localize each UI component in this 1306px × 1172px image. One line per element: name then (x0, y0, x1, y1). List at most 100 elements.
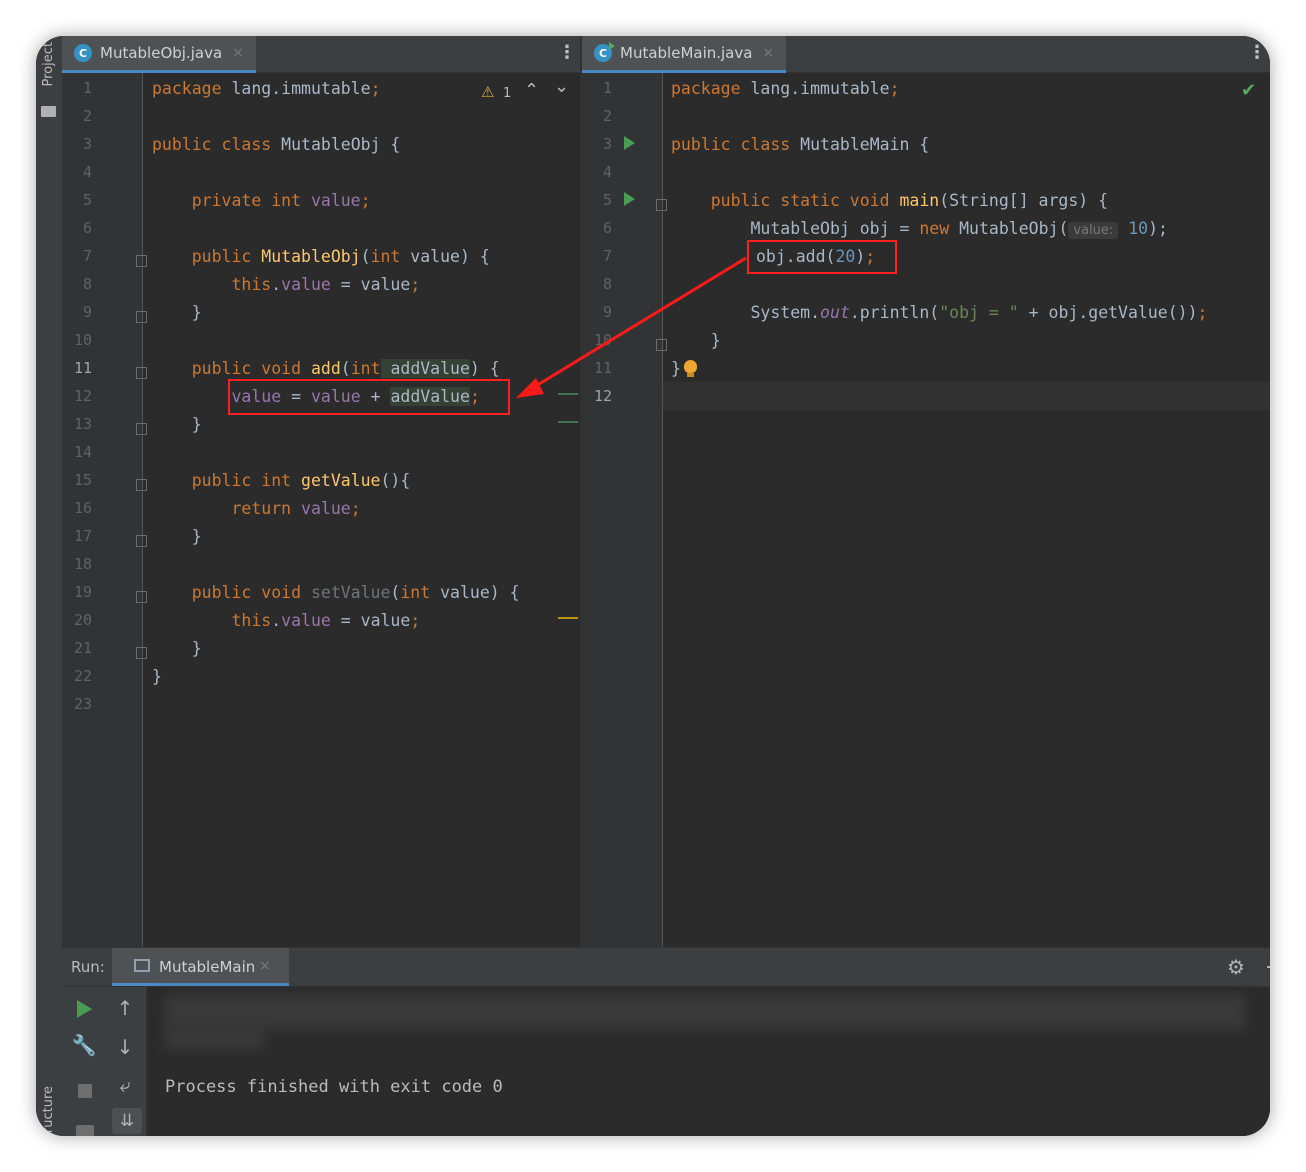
code-line-17[interactable]: } (152, 523, 202, 551)
code-line-3[interactable]: public class MutableObj { (152, 131, 400, 159)
code-line-7[interactable]: public MutableObj(int value) { (152, 243, 490, 271)
fold-marker-icon[interactable] (656, 339, 667, 351)
fold-marker-icon[interactable] (136, 647, 147, 659)
line-number[interactable]: 14 (62, 443, 92, 461)
fold-marker-icon[interactable] (656, 199, 667, 211)
blurred-command-line (165, 995, 1245, 1029)
code-line-11[interactable]: } (671, 355, 681, 383)
line-number[interactable]: 2 (582, 107, 612, 125)
warning-icon[interactable]: ⚠ (481, 83, 494, 101)
code-line-10[interactable]: } (671, 327, 721, 355)
line-number[interactable]: 9 (62, 303, 92, 321)
rerun-icon[interactable] (77, 1000, 92, 1018)
line-number[interactable]: 22 (62, 667, 92, 685)
console-output[interactable]: g Process finished with exit code 0 (147, 987, 1270, 1136)
code-line-5[interactable]: private int value; (152, 187, 371, 215)
line-number[interactable]: 10 (62, 331, 92, 349)
fold-marker-icon[interactable] (136, 479, 147, 491)
code-line-16[interactable]: return value; (152, 495, 360, 523)
code-line-20[interactable]: this.value = value; (152, 607, 420, 635)
line-number[interactable]: 1 (62, 79, 92, 97)
arrow-down-icon[interactable]: ↓ (111, 1036, 139, 1058)
line-number[interactable]: 17 (62, 527, 92, 545)
line-number[interactable]: 9 (582, 303, 612, 321)
code-line-19[interactable]: public void setValue(int value) { (152, 579, 520, 607)
line-number[interactable]: 3 (582, 135, 612, 153)
line-number[interactable]: 19 (62, 583, 92, 601)
line-number[interactable]: 5 (62, 191, 92, 209)
line-number[interactable]: 15 (62, 471, 92, 489)
run-main-icon[interactable] (624, 192, 635, 206)
line-number[interactable]: 6 (62, 219, 92, 237)
line-number[interactable]: 18 (62, 555, 92, 573)
line-number[interactable]: 5 (582, 191, 612, 209)
line-number[interactable]: 4 (582, 163, 612, 181)
fold-marker-icon[interactable] (136, 591, 147, 603)
minimize-icon[interactable] (1267, 966, 1270, 968)
next-highlight-icon[interactable]: ⌄ (554, 76, 569, 97)
line-number[interactable]: 6 (582, 219, 612, 237)
line-number[interactable]: 11 (62, 359, 92, 377)
line-number[interactable]: 16 (62, 499, 92, 517)
code-line-9[interactable]: System.out.println("obj = " + obj.getVal… (671, 299, 1207, 327)
line-number[interactable]: 20 (62, 611, 92, 629)
stop-icon[interactable] (78, 1084, 92, 1098)
code-line-9[interactable]: } (152, 299, 202, 327)
run-class-icon[interactable] (624, 136, 635, 150)
structure-tool-button[interactable]: ructure (41, 1086, 56, 1133)
line-number[interactable]: 7 (582, 247, 612, 265)
code-line-15[interactable]: public int getValue(){ (152, 467, 411, 495)
line-number[interactable]: 12 (582, 387, 612, 405)
close-tab-icon[interactable]: × (762, 45, 774, 61)
line-number[interactable]: 4 (62, 163, 92, 181)
line-number[interactable]: 7 (62, 247, 92, 265)
tab-mutablemain-java[interactable]: C MutableMain.java × (582, 36, 787, 73)
fold-marker-icon[interactable] (136, 423, 147, 435)
line-number[interactable]: 12 (62, 387, 92, 405)
camera-icon[interactable] (76, 1125, 94, 1136)
fold-marker-icon[interactable] (136, 311, 147, 323)
close-tab-icon[interactable]: × (232, 45, 244, 61)
line-number[interactable]: 2 (62, 107, 92, 125)
code-line-6[interactable]: MutableObj obj = new MutableObj(value: 1… (671, 215, 1168, 245)
more-options-icon[interactable]: ⋮ (558, 44, 576, 62)
code-line-3[interactable]: public class MutableMain { (671, 131, 929, 159)
code-line-1[interactable]: package lang.immutable; (152, 75, 381, 103)
fold-marker-icon[interactable] (136, 367, 147, 379)
run-tab-mutablemain[interactable]: MutableMain × (112, 948, 289, 986)
fold-marker-icon[interactable] (136, 255, 147, 267)
code-line-5[interactable]: public static void main(String[] args) { (671, 187, 1108, 215)
code-line-13[interactable]: } (152, 411, 202, 439)
code-line-1[interactable]: package lang.immutable; (671, 75, 900, 103)
project-tool-button[interactable]: Project (41, 42, 56, 86)
more-options-icon[interactable]: ⋮ (1248, 44, 1266, 62)
wrench-icon[interactable]: 🔧 (70, 1034, 98, 1056)
line-number[interactable]: 3 (62, 135, 92, 153)
line-number[interactable]: 1 (582, 79, 612, 97)
lightbulb-icon[interactable] (684, 360, 697, 373)
code-line-21[interactable]: } (152, 635, 202, 663)
folder-icon[interactable] (41, 106, 56, 117)
line-number[interactable]: 11 (582, 359, 612, 377)
no-problems-check-icon: ✔ (1241, 80, 1257, 101)
soft-wrap-icon[interactable]: ⤶ (111, 1074, 139, 1096)
line-number[interactable]: 21 (62, 639, 92, 657)
code-line-8[interactable]: this.value = value; (152, 271, 420, 299)
line-number[interactable]: 13 (62, 415, 92, 433)
code-line-22[interactable]: } (152, 663, 162, 691)
gear-icon[interactable]: ⚙ (1222, 956, 1250, 978)
line-number[interactable]: 8 (582, 275, 612, 293)
fold-marker-icon[interactable] (136, 535, 147, 547)
tab-mutableobj-java[interactable]: C MutableObj.java × (62, 36, 256, 73)
close-tab-icon[interactable]: × (259, 958, 271, 974)
scroll-to-end-icon[interactable]: ⇊ (112, 1108, 142, 1134)
console-icon (134, 959, 150, 972)
warning-marker (558, 617, 578, 619)
process-exit-message: Process finished with exit code 0 (165, 1077, 503, 1097)
line-number[interactable]: 23 (62, 695, 92, 713)
change-marker (558, 421, 578, 423)
line-number[interactable]: 10 (582, 331, 612, 349)
line-number[interactable]: 8 (62, 275, 92, 293)
previous-highlight-icon[interactable]: ⌃ (524, 80, 539, 101)
arrow-up-icon[interactable]: ↑ (111, 997, 139, 1019)
